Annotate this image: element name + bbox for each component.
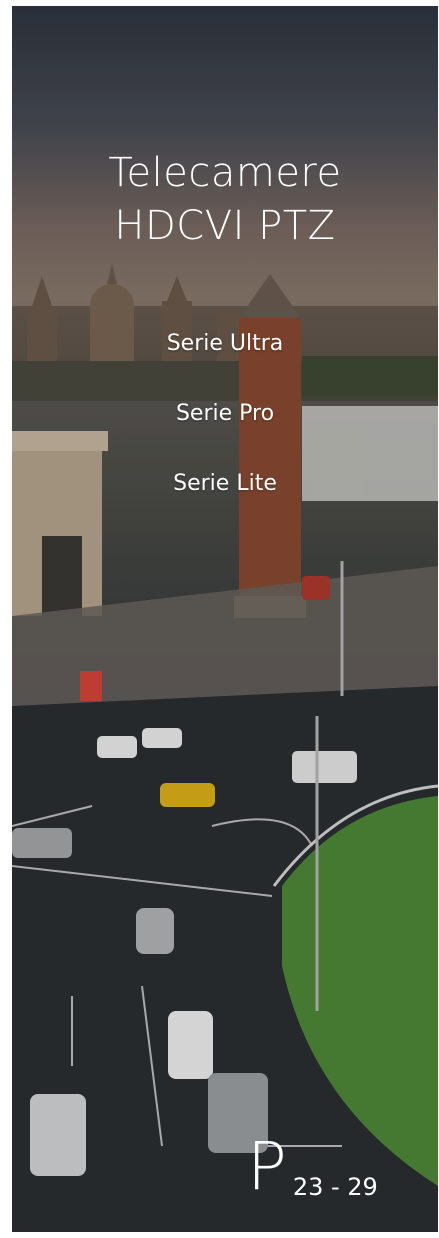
catalog-card: Telecamere HDCVI PTZ Serie Ultra Serie P… [12, 6, 438, 1232]
catalog-title-line1: Telecamere [108, 150, 342, 196]
series-pro-link[interactable]: Serie Pro [12, 400, 438, 428]
page-reference: P 23 - 29 [247, 1132, 378, 1202]
series-lite-link[interactable]: Serie Lite [12, 470, 438, 498]
catalog-title-line2: HDCVI PTZ [114, 203, 336, 249]
page-letter: P [247, 1128, 287, 1205]
series-ultra-link[interactable]: Serie Ultra [12, 330, 438, 358]
page: Telecamere HDCVI PTZ Serie Ultra Serie P… [0, 0, 439, 1238]
page-range: 23 - 29 [292, 1173, 378, 1201]
